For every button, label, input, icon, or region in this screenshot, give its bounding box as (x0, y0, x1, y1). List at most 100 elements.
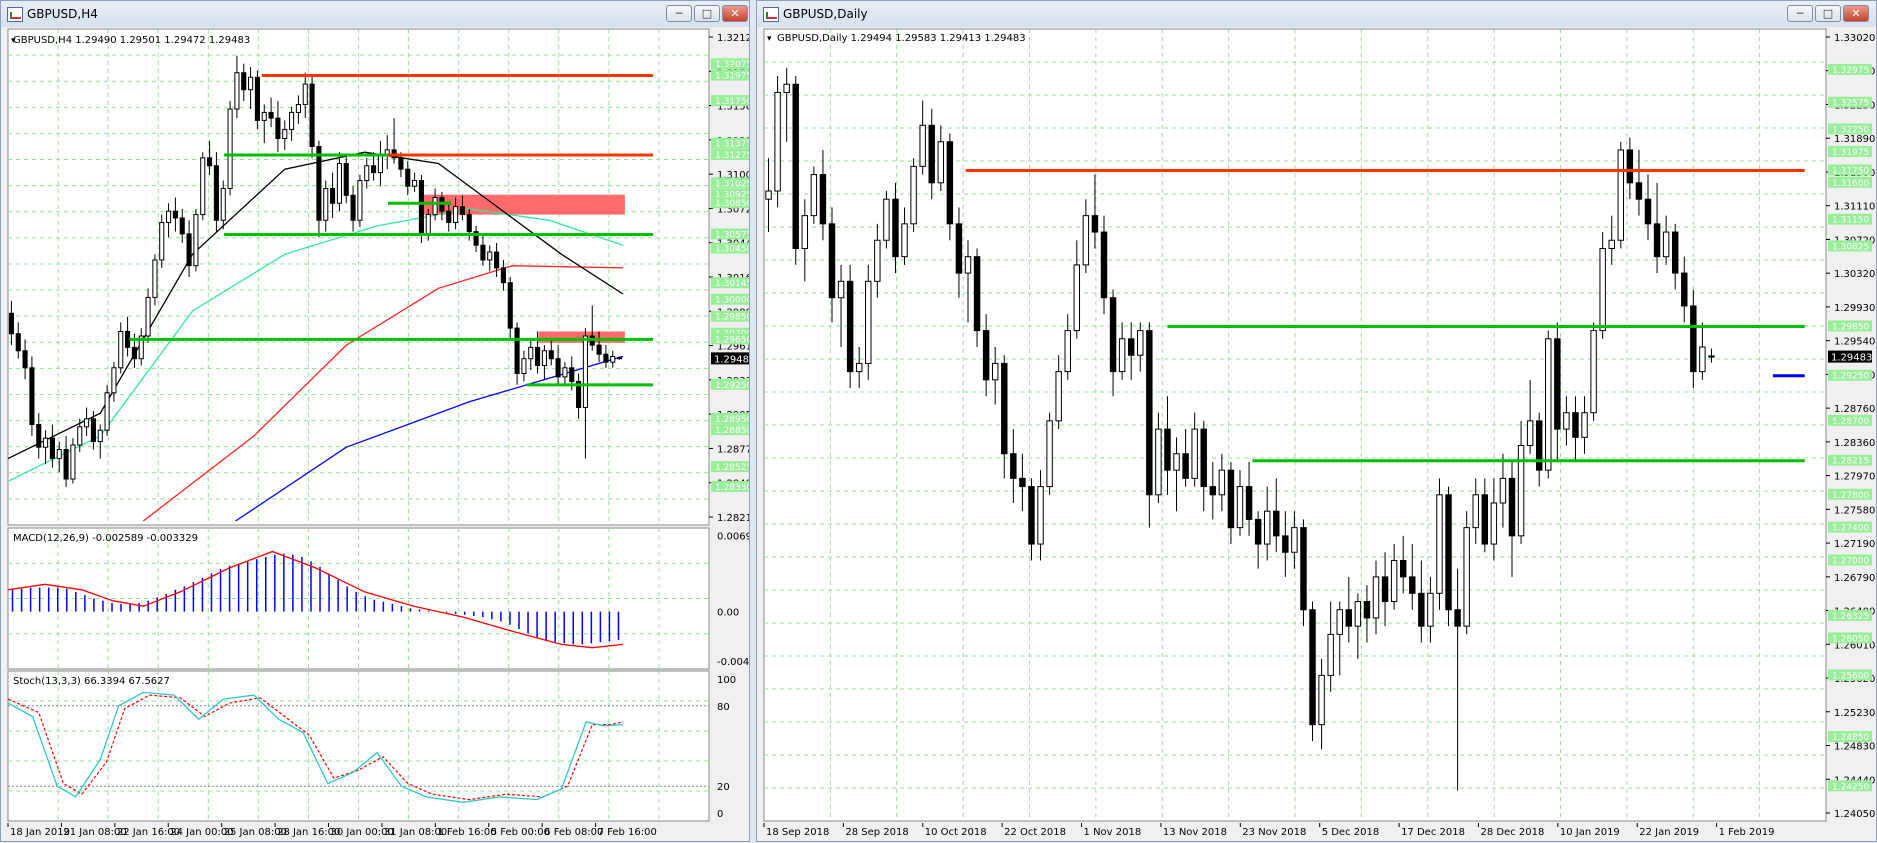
time-tick-label: 28 Sep 2018 (845, 827, 908, 838)
level-label: 1.32075 (715, 60, 749, 70)
level-label: 1.28700 (1832, 417, 1869, 427)
level-label: 1.31150 (1832, 216, 1869, 226)
level-label: 1.27000 (1832, 556, 1869, 566)
price-tick-label: 1.28210 (717, 513, 749, 524)
candle-bear (275, 117, 281, 140)
candle-bear (955, 223, 963, 274)
candle-bull (562, 367, 568, 378)
level-label: 1.28215 (1832, 457, 1869, 467)
candle-bull (855, 362, 863, 373)
candle-bull (1118, 338, 1126, 373)
candle-bear (1345, 609, 1353, 627)
price-tick-label: 1.33020 (1834, 33, 1875, 44)
price-tick-label: 1.27190 (1834, 539, 1875, 550)
h4-chart-window: GBPUSD,H4 ─ □ ✕ GBPUSD,H4 1.29490 1.2950… (0, 0, 750, 842)
candle-bear (1708, 355, 1715, 358)
level-label: 1.27800 (1832, 491, 1869, 501)
level-label: 1.29250 (715, 381, 749, 391)
stoch-header: Stoch(13,3,3) 66.3394 67.5627 (13, 676, 170, 687)
candle-bull (1046, 420, 1053, 488)
candle-bull (84, 418, 90, 428)
candle-bear (1209, 486, 1217, 496)
macd-tick-label: 0.006971 (717, 531, 749, 542)
time-tick-label: 22 Oct 2018 (1004, 827, 1066, 838)
candle-bull (364, 165, 370, 182)
candle-bear (90, 418, 96, 443)
candle-bear (186, 233, 192, 267)
candle-bear (1508, 477, 1516, 537)
candle-bear (63, 449, 69, 480)
candle-bull (1218, 469, 1226, 496)
daily-chart-header: GBPUSD,Daily 1.29494 1.29583 1.29413 1.2… (777, 33, 1026, 44)
level-label: 1.31375 (715, 140, 749, 150)
level-label: 1.26325 (1832, 612, 1869, 622)
time-tick-label: 7 Feb 16:00 (598, 827, 657, 838)
candle-bull (377, 153, 383, 174)
candle-bull (582, 335, 588, 409)
candle-bear (892, 198, 899, 258)
candle-bull (1327, 633, 1334, 676)
level-label: 1.29850 (715, 313, 749, 323)
price-tick-label: 1.28360 (1834, 438, 1875, 449)
candle-bear (1227, 469, 1235, 529)
candle-bear (131, 346, 137, 360)
candle-bear (1001, 362, 1008, 455)
candle-bear (179, 217, 185, 235)
candle-bear (792, 83, 799, 249)
candle-bear (1481, 494, 1489, 545)
candle-bull (1526, 420, 1534, 447)
price-tick-label: 1.28760 (1834, 404, 1875, 415)
candle-bear (398, 157, 404, 170)
candle-bear (350, 194, 356, 221)
candle-bull (159, 222, 165, 261)
candle-bear (1644, 198, 1652, 225)
candle-bear (569, 367, 575, 382)
candle-bear (172, 210, 178, 219)
level-label: 1.31750 (715, 97, 749, 107)
h4-chart-area[interactable]: GBPUSD,H4 1.29490 1.29501 1.29472 1.2948… (1, 1, 749, 843)
time-tick-label: 22 Jan 2019 (1639, 827, 1699, 838)
candle-bull (1617, 149, 1625, 241)
candle-bull (910, 165, 917, 225)
candle-bull (1055, 371, 1062, 422)
candle-bull (487, 251, 493, 261)
candle-bull (610, 355, 616, 363)
daily-chart-area[interactable]: GBPUSD,Daily 1.29494 1.29583 1.29413 1.2… (757, 1, 1876, 843)
candle-bull (541, 350, 547, 367)
candle-bear (1454, 609, 1461, 627)
candle-bear (316, 145, 322, 221)
price-tick-label: 1.24830 (1834, 742, 1875, 753)
candle-bull (166, 210, 172, 224)
candle-bull (874, 239, 881, 282)
candle-bull (1490, 502, 1498, 545)
candle-bear (1409, 576, 1416, 594)
candle-bear (1535, 420, 1543, 471)
level-label: 1.31275 (715, 151, 749, 161)
candle-bear (1146, 330, 1153, 496)
candle-bull (1137, 330, 1144, 356)
candle-bear (418, 180, 424, 235)
candle-bear (1019, 477, 1026, 488)
candle-bull (248, 76, 254, 91)
candle-bear (1100, 231, 1108, 299)
candle-bear (1363, 601, 1371, 619)
candle-bull (1390, 559, 1398, 603)
candle-bear (1028, 486, 1035, 545)
price-tick-label: 1.32125 (717, 33, 749, 44)
candle-bear (29, 367, 35, 426)
candle-bull (295, 103, 301, 113)
candle-bull (1318, 674, 1325, 726)
candle-bull (901, 223, 908, 258)
candle-bear (946, 141, 954, 225)
candle-bull (1372, 576, 1380, 619)
level-label: 1.28850 (715, 426, 749, 436)
candle-bear (1010, 453, 1017, 479)
time-tick-label: 10 Jan 2019 (1560, 827, 1620, 838)
candle-bull (1082, 215, 1090, 266)
candle-bull (1427, 592, 1434, 627)
level-label: 1.29850 (1832, 322, 1869, 332)
last-price-label: 1.29483 (714, 354, 749, 365)
candle-bear (371, 165, 377, 174)
candle-bull (1073, 264, 1081, 332)
candle-bear (846, 280, 854, 373)
